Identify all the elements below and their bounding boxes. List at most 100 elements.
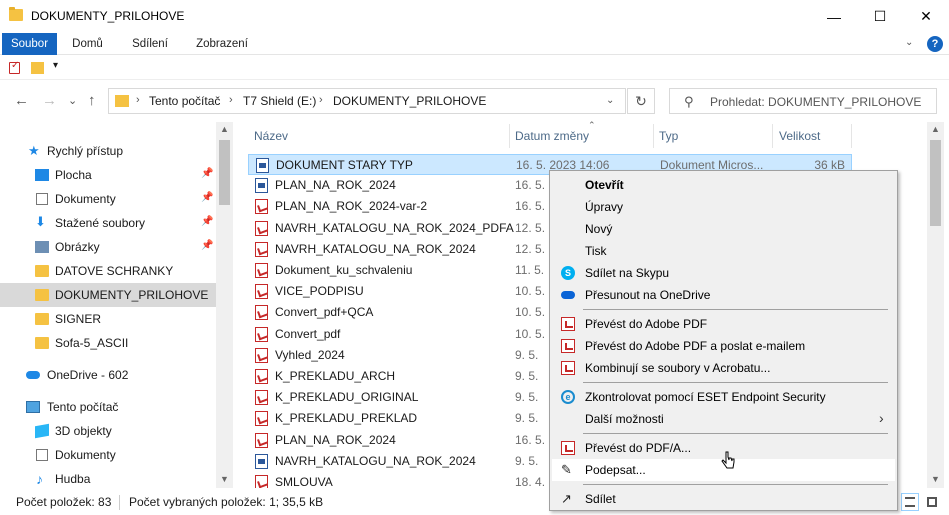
- sidebar-item-documents[interactable]: Dokumenty 📌: [0, 187, 216, 211]
- sidebar-item-documents-pc[interactable]: Dokumenty: [0, 443, 216, 467]
- large-icons-view-button[interactable]: [923, 493, 941, 511]
- scroll-thumb[interactable]: [930, 140, 941, 226]
- tab-zobrazeni[interactable]: Zobrazení: [186, 33, 258, 55]
- column-divider[interactable]: [509, 124, 510, 148]
- pdf-document-icon: [255, 347, 268, 363]
- column-divider[interactable]: [772, 124, 773, 148]
- sidebar-item-pictures[interactable]: Obrázky 📌: [0, 235, 216, 259]
- file-list-scrollbar[interactable]: ▲ ▼: [927, 122, 944, 488]
- sidebar-item-dokumenty-prilohove[interactable]: DOKUMENTY_PRILOHOVE: [0, 283, 216, 307]
- menu-item[interactable]: ↗ Sdílet: [552, 488, 895, 510]
- menu-item-label: Úpravy: [585, 200, 624, 214]
- breadcrumb-this-pc[interactable]: Tento počítač: [149, 94, 220, 108]
- column-size[interactable]: Velikost: [779, 129, 820, 143]
- column-divider[interactable]: [653, 124, 654, 148]
- sidebar-item-desktop[interactable]: Plocha 📌: [0, 163, 216, 187]
- expand-ribbon-icon[interactable]: ⌄: [905, 37, 913, 48]
- sidebar-item-3d-objects[interactable]: 3D objekty: [0, 419, 216, 443]
- file-date: 18. 4.: [515, 475, 546, 488]
- pdf-document-icon: [255, 390, 268, 406]
- pdf-document-icon: [255, 305, 268, 321]
- breadcrumb-folder[interactable]: DOKUMENTY_PRILOHOVE: [333, 94, 486, 108]
- menu-item[interactable]: Nový: [552, 218, 895, 240]
- scroll-up-icon[interactable]: ▲: [220, 124, 229, 134]
- tab-soubor[interactable]: Soubor: [2, 33, 57, 55]
- eset-icon: e: [561, 390, 575, 404]
- tab-domu[interactable]: Domů: [60, 33, 115, 55]
- sidebar-item-quick-access[interactable]: ★ Rychlý přístup: [0, 139, 216, 163]
- refresh-button[interactable]: ↻: [627, 88, 655, 114]
- customize-toolbar-icon[interactable]: ▾: [53, 60, 58, 71]
- menu-item[interactable]: S Sdílet na Skypu: [552, 262, 895, 284]
- file-date: 16. 5.: [515, 432, 546, 447]
- menu-item[interactable]: Otevřít: [552, 174, 895, 196]
- folder-icon: [35, 313, 49, 325]
- menu-item[interactable]: Kombinují se soubory v Acrobatu...: [552, 357, 895, 379]
- path-separator[interactable]: ›: [229, 94, 233, 106]
- path-separator[interactable]: ›: [319, 94, 323, 106]
- menu-item[interactable]: Převést do Adobe PDF a poslat e-mailem: [552, 335, 895, 357]
- sidebar-item-signer[interactable]: SIGNER: [0, 307, 216, 331]
- sidebar-item-label: DATOVE SCHRANKY: [55, 264, 174, 278]
- help-icon[interactable]: ?: [927, 36, 943, 52]
- file-date: 11. 5.: [515, 263, 545, 277]
- breadcrumb-drive[interactable]: T7 Shield (E:): [243, 94, 316, 108]
- file-name: VICE_PODPISU: [275, 284, 364, 299]
- forward-button[interactable]: →: [42, 92, 57, 109]
- menu-item[interactable]: Tisk: [552, 240, 895, 262]
- menu-item[interactable]: Další možnosti ›: [552, 408, 895, 430]
- file-name: DOKUMENT STARY TYP: [276, 158, 413, 172]
- search-input[interactable]: Prohledat: DOKUMENTY_PRILOHOVE: [710, 95, 921, 109]
- sidebar-item-label: 3D objekty: [55, 424, 112, 438]
- sidebar-item-label: Stažené soubory: [55, 216, 146, 230]
- sidebar-scrollbar[interactable]: ▲ ▼: [216, 122, 233, 488]
- file-date: 12. 5.: [515, 220, 546, 235]
- up-button[interactable]: ↑: [88, 92, 96, 109]
- sidebar-item-label: Tento počítač: [47, 400, 119, 414]
- menu-item[interactable]: Úpravy: [552, 196, 895, 218]
- sidebar-item-label: Rychlý přístup: [47, 144, 124, 158]
- search-box[interactable]: ⚲ Prohledat: DOKUMENTY_PRILOHOVE: [669, 88, 937, 114]
- column-date[interactable]: Datum změny: [515, 129, 589, 143]
- sidebar-item-label: Sofa-5_ASCII: [55, 336, 129, 350]
- sidebar-item-downloads[interactable]: ⬇ Stažené soubory 📌: [0, 211, 216, 235]
- file-date: 9. 5.: [515, 347, 539, 362]
- sidebar-item-onedrive[interactable]: OneDrive - 602: [0, 363, 216, 387]
- minimize-button[interactable]: —: [811, 0, 857, 33]
- tab-sdileni[interactable]: Sdílení: [120, 33, 180, 55]
- close-button[interactable]: ✕: [903, 0, 949, 33]
- scroll-thumb[interactable]: [219, 140, 230, 205]
- word-document-icon: [255, 178, 268, 194]
- details-view-button[interactable]: [901, 493, 919, 511]
- menu-item-label: Přesunout na OneDrive: [585, 288, 711, 302]
- menu-item[interactable]: Převést do Adobe PDF: [552, 313, 895, 335]
- window-title: DOKUMENTY_PRILOHOVE: [31, 9, 185, 23]
- column-divider[interactable]: [851, 124, 852, 148]
- scroll-down-icon[interactable]: ▼: [220, 474, 229, 484]
- sidebar-item-music[interactable]: ♪ Hudba: [0, 467, 216, 491]
- downloads-icon: ⬇: [35, 214, 46, 229]
- sidebar-item-this-pc[interactable]: Tento počítač: [0, 395, 216, 419]
- file-name: SMLOUVA: [275, 475, 333, 488]
- share-icon: ↗: [561, 491, 572, 506]
- column-name[interactable]: Název: [254, 129, 288, 143]
- menu-item-label: Otevřít: [585, 178, 624, 192]
- menu-item[interactable]: e Zkontrolovat pomocí ESET Endpoint Secur…: [552, 386, 895, 408]
- search-icon: ⚲: [684, 94, 694, 109]
- scroll-up-icon[interactable]: ▲: [931, 124, 940, 134]
- path-separator[interactable]: ›: [136, 94, 140, 106]
- chevron-down-icon[interactable]: ⌄: [606, 95, 614, 106]
- recent-locations-button[interactable]: ⌄: [68, 94, 77, 107]
- back-button[interactable]: ←: [14, 92, 29, 109]
- sidebar-item-datove-schranky[interactable]: DATOVE SCHRANKY: [0, 259, 216, 283]
- menu-item[interactable]: Přesunout na OneDrive: [552, 284, 895, 306]
- address-bar[interactable]: › Tento počítač › T7 Shield (E:) › DOKUM…: [108, 88, 626, 114]
- new-folder-icon[interactable]: [31, 62, 44, 74]
- pdf-document-icon: [255, 475, 268, 488]
- maximize-button[interactable]: ☐: [857, 0, 903, 33]
- scroll-down-icon[interactable]: ▼: [931, 474, 940, 484]
- mouse-cursor-icon: [721, 451, 735, 469]
- properties-icon[interactable]: [9, 60, 20, 74]
- sidebar-item-sofa[interactable]: Sofa-5_ASCII: [0, 331, 216, 355]
- column-type[interactable]: Typ: [659, 129, 678, 143]
